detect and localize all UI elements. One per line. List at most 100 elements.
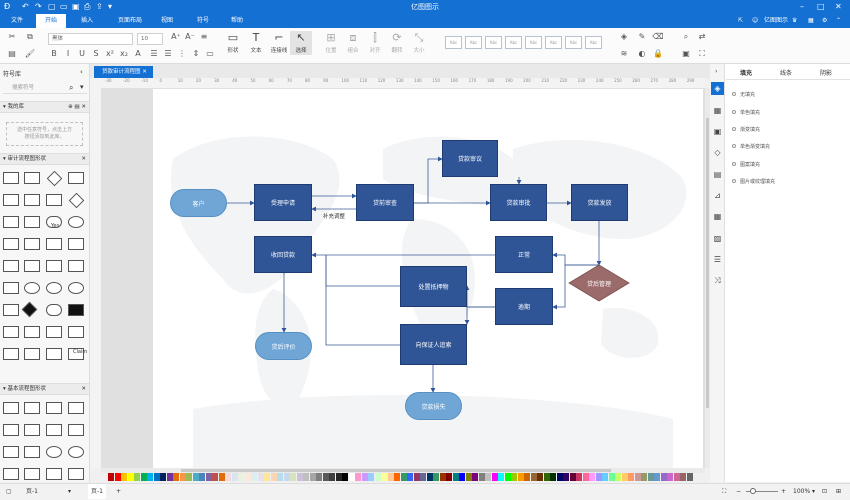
library-shape[interactable]	[3, 216, 19, 228]
node-guarantor-recourse[interactable]: 向保证人追索	[400, 324, 467, 365]
color-swatch[interactable]	[244, 473, 251, 481]
library-shape[interactable]	[46, 260, 62, 272]
color-swatch[interactable]	[303, 473, 309, 481]
fullscreen-icon[interactable]: ⛶	[696, 49, 708, 59]
color-swatch[interactable]	[478, 473, 485, 481]
zoom-level[interactable]: 100%	[793, 484, 810, 499]
subscript-icon[interactable]: x₂	[118, 49, 130, 59]
minimize-icon[interactable]: –	[800, 2, 804, 12]
color-swatch[interactable]	[582, 473, 589, 481]
library-shape[interactable]	[3, 446, 19, 458]
library-shape[interactable]	[24, 402, 40, 414]
color-swatch[interactable]	[166, 473, 173, 481]
library-shape[interactable]	[21, 301, 38, 318]
color-swatch[interactable]	[413, 473, 420, 481]
fill-option-pattern[interactable]: 图案填充	[740, 161, 760, 168]
align-center-icon[interactable]: ☰	[162, 49, 174, 59]
fill-option-single-gradient[interactable]: 单色渐变填充	[740, 143, 770, 150]
library-shape[interactable]	[68, 172, 84, 184]
library-shape[interactable]	[3, 304, 19, 316]
color-swatch[interactable]	[530, 473, 537, 481]
eraser-icon[interactable]: ⌫	[652, 32, 664, 42]
close-icon[interactable]: ✕	[835, 2, 842, 12]
drawing-page[interactable]: 客户 受理申请 贷前审查 贷款审议 贷款审批 贷款发放 收回贷款 正常 贷后管理…	[153, 89, 703, 468]
library-shape[interactable]	[68, 446, 84, 458]
color-swatch[interactable]	[277, 473, 283, 481]
image-icon[interactable]: ▣	[711, 125, 724, 138]
library-shape[interactable]	[68, 468, 84, 480]
color-swatch[interactable]	[634, 473, 641, 481]
line-spacing-icon[interactable]: ≡	[198, 32, 210, 42]
font-color-icon[interactable]: A	[132, 49, 144, 59]
shape-tool-button[interactable]: ▭ 形状	[222, 31, 244, 55]
color-swatch[interactable]	[361, 473, 368, 481]
page-selector[interactable]: 页-1	[26, 484, 38, 499]
zoom-out-icon[interactable]: −	[736, 484, 741, 499]
color-swatch[interactable]	[147, 473, 153, 481]
fill-option-picture[interactable]: 图片或纹理填充	[740, 178, 775, 185]
style-preset-1[interactable]: Abc	[445, 36, 462, 49]
group-button[interactable]: ⧈ 组合	[342, 31, 364, 55]
color-swatch[interactable]	[225, 473, 231, 481]
user-name[interactable]: 亿图图示	[764, 14, 788, 28]
library-shape[interactable]	[3, 260, 19, 272]
fill-option-radio[interactable]	[732, 162, 736, 166]
size-button[interactable]: ⤡ 大小	[408, 31, 430, 55]
color-swatch[interactable]	[615, 473, 621, 481]
color-swatch[interactable]	[238, 473, 244, 481]
fill-option-none[interactable]: 无填充	[740, 91, 755, 98]
color-swatch[interactable]	[199, 473, 205, 481]
color-swatch[interactable]	[368, 473, 374, 481]
select-tool-button[interactable]: ↖ 选择	[290, 31, 312, 55]
color-swatch[interactable]	[426, 473, 433, 481]
align-left-icon[interactable]: ☰	[148, 49, 160, 59]
font-size-select[interactable]: 10	[137, 33, 163, 45]
user-avatar-icon[interactable]: ☺	[752, 14, 758, 28]
share-icon[interactable]: ⇱	[738, 14, 743, 28]
color-swatch[interactable]	[537, 473, 543, 481]
color-swatch[interactable]	[452, 473, 459, 481]
color-swatch[interactable]	[186, 473, 192, 481]
search-options-icon[interactable]: ▾	[80, 83, 84, 91]
color-swatch[interactable]	[160, 473, 166, 481]
find-icon[interactable]: ⌕	[680, 32, 692, 42]
text-box-icon[interactable]: ▭	[204, 49, 216, 59]
text-direction-icon[interactable]: ⇕	[190, 49, 202, 59]
shadow-icon[interactable]: ◐	[636, 49, 648, 59]
fit-width-icon[interactable]: ⊡	[822, 484, 827, 499]
horizontal-scroll-thumb[interactable]	[181, 469, 611, 472]
library-shape[interactable]	[24, 282, 40, 294]
color-swatch[interactable]	[205, 473, 212, 481]
style-preset-6[interactable]: Abc	[545, 36, 562, 49]
color-swatch[interactable]	[153, 473, 160, 481]
font-shrink-icon[interactable]: A⁻	[184, 32, 196, 42]
color-swatch[interactable]	[114, 473, 121, 481]
color-swatch[interactable]	[491, 473, 498, 481]
bold-icon[interactable]: B	[48, 49, 60, 59]
cut-icon[interactable]: ✂	[6, 32, 18, 42]
color-swatch[interactable]	[472, 473, 478, 481]
color-swatch[interactable]	[355, 473, 361, 481]
library-shape[interactable]	[3, 468, 19, 480]
color-swatch[interactable]	[407, 473, 413, 481]
outline-icon[interactable]: ☰	[711, 253, 724, 266]
color-swatch[interactable]	[127, 473, 134, 481]
fill-option-radio[interactable]	[732, 179, 736, 183]
color-swatch[interactable]	[439, 473, 446, 481]
library-shape[interactable]	[68, 304, 84, 316]
color-swatch[interactable]	[342, 473, 348, 481]
format-tab-shadow[interactable]: 阴影	[806, 68, 846, 77]
color-swatch[interactable]	[608, 473, 615, 481]
document-tab[interactable]: 贷款审计流程图 ✕	[94, 66, 153, 78]
fill-option-radio[interactable]	[732, 127, 736, 131]
color-swatch[interactable]	[420, 473, 426, 481]
line-color-icon[interactable]: ✎	[636, 32, 648, 42]
color-swatch[interactable]	[329, 473, 335, 481]
page-view-icon[interactable]: ▢	[6, 484, 12, 499]
color-swatch[interactable]	[686, 473, 693, 481]
color-swatch[interactable]	[121, 473, 127, 481]
collapse-ribbon-icon[interactable]: ⌃	[836, 14, 841, 28]
style-preset-3[interactable]: Abc	[485, 36, 502, 49]
color-swatch[interactable]	[595, 473, 602, 481]
library-shape[interactable]	[46, 194, 62, 206]
